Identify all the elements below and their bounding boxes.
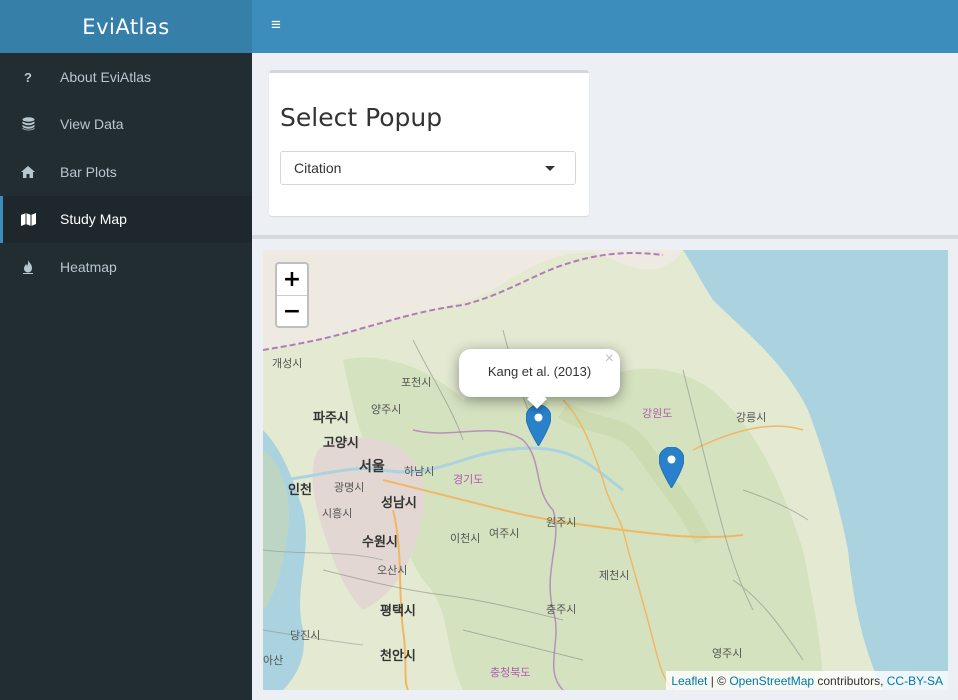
- map-label: 오산시: [377, 564, 408, 577]
- select-value: Citation: [294, 160, 342, 176]
- map-label: 이천시: [450, 532, 481, 545]
- map-label: 제천시: [599, 569, 630, 582]
- map-label: 서울: [359, 459, 385, 475]
- map-label: 원주시: [546, 516, 577, 529]
- sidebar-item-label: Heatmap: [60, 258, 117, 275]
- attribution-sep: | ©: [707, 673, 730, 688]
- sidebar-item-heatmap[interactable]: Heatmap: [0, 243, 252, 291]
- map-label: 인천: [288, 483, 312, 498]
- study-map[interactable]: 개성시 포천시 파주시 양주시 고양시 서울 하남시 인천 광명시 경기도 시흥…: [263, 250, 948, 690]
- sidebar-item-about[interactable]: ? About EviAtlas: [0, 53, 252, 101]
- map-label: 개성시: [272, 357, 303, 370]
- map-label: 강원도: [642, 407, 673, 420]
- map-marker-1[interactable]: [525, 404, 552, 447]
- sidebar-item-label: View Data: [60, 116, 124, 133]
- database-icon: [19, 117, 37, 131]
- map-label: 충청북도: [490, 666, 531, 679]
- map-marker-2[interactable]: [658, 446, 685, 489]
- sidebar-item-label: About EviAtlas: [60, 68, 152, 85]
- popup-select[interactable]: Citation: [280, 151, 576, 185]
- map-label: 아산: [263, 654, 284, 667]
- zoom-out-button[interactable]: −: [277, 296, 307, 327]
- caret-down-icon: [545, 166, 555, 171]
- map-label: 포천시: [401, 376, 432, 389]
- map-label: 충주시: [546, 603, 577, 616]
- sidebar-toggle-icon[interactable]: ≡: [266, 14, 286, 36]
- sidebar-item-study-map[interactable]: Study Map: [0, 195, 252, 243]
- map-popup: Kang et al. (2013) ×: [459, 349, 620, 409]
- fire-icon: [19, 259, 37, 274]
- map-label: 강릉시: [736, 411, 767, 424]
- map-label: 평택시: [380, 604, 416, 619]
- map-icon: [19, 212, 37, 226]
- map-label: 광명시: [334, 481, 365, 494]
- sidebar-item-view-data[interactable]: View Data: [0, 101, 252, 149]
- map-label: 하남시: [404, 465, 435, 478]
- sidebar-item-label: Bar Plots: [60, 163, 117, 180]
- close-icon[interactable]: ×: [605, 350, 614, 368]
- app-logo[interactable]: EviAtlas: [0, 0, 252, 53]
- map-label: 고양시: [323, 436, 359, 451]
- license-link[interactable]: CC-BY-SA: [887, 674, 943, 688]
- zoom-control: + −: [275, 262, 309, 328]
- sidebar-item-bar-plots[interactable]: Bar Plots: [0, 148, 252, 196]
- divider: [252, 235, 958, 239]
- zoom-in-button[interactable]: +: [277, 264, 307, 296]
- map-label: 영주시: [712, 647, 743, 660]
- home-icon: [19, 165, 37, 178]
- attribution-contrib: contributors,: [814, 673, 887, 688]
- map-label: 당진시: [290, 629, 321, 642]
- popup-text: Kang et al. (2013): [487, 363, 592, 379]
- osm-link[interactable]: OpenStreetMap: [729, 674, 814, 688]
- leaflet-link[interactable]: Leaflet: [671, 674, 707, 688]
- map-label: 여주시: [489, 527, 520, 540]
- map-attribution: Leaflet | © OpenStreetMap contributors, …: [666, 671, 948, 690]
- map-label: 경기도: [453, 473, 484, 486]
- svg-text:?: ?: [24, 70, 32, 84]
- top-header: EviAtlas ≡: [0, 0, 958, 53]
- map-label: 천안시: [380, 649, 416, 664]
- main-content: Select Popup Citation 개성시 포천시 파주시 양주시 고양…: [252, 53, 958, 700]
- map-label: 성남시: [381, 496, 417, 511]
- box-title: Select Popup: [280, 103, 443, 132]
- map-label: 양주시: [371, 403, 402, 416]
- map-label: 파주시: [313, 411, 349, 426]
- map-label: 시흥시: [322, 507, 353, 520]
- sidebar: ? About EviAtlas View Data Bar Plots Stu…: [0, 53, 252, 700]
- map-label: 수원시: [362, 535, 398, 550]
- question-icon: ?: [19, 70, 37, 84]
- select-popup-box: Select Popup Citation: [269, 70, 589, 216]
- sidebar-item-label: Study Map: [60, 211, 127, 228]
